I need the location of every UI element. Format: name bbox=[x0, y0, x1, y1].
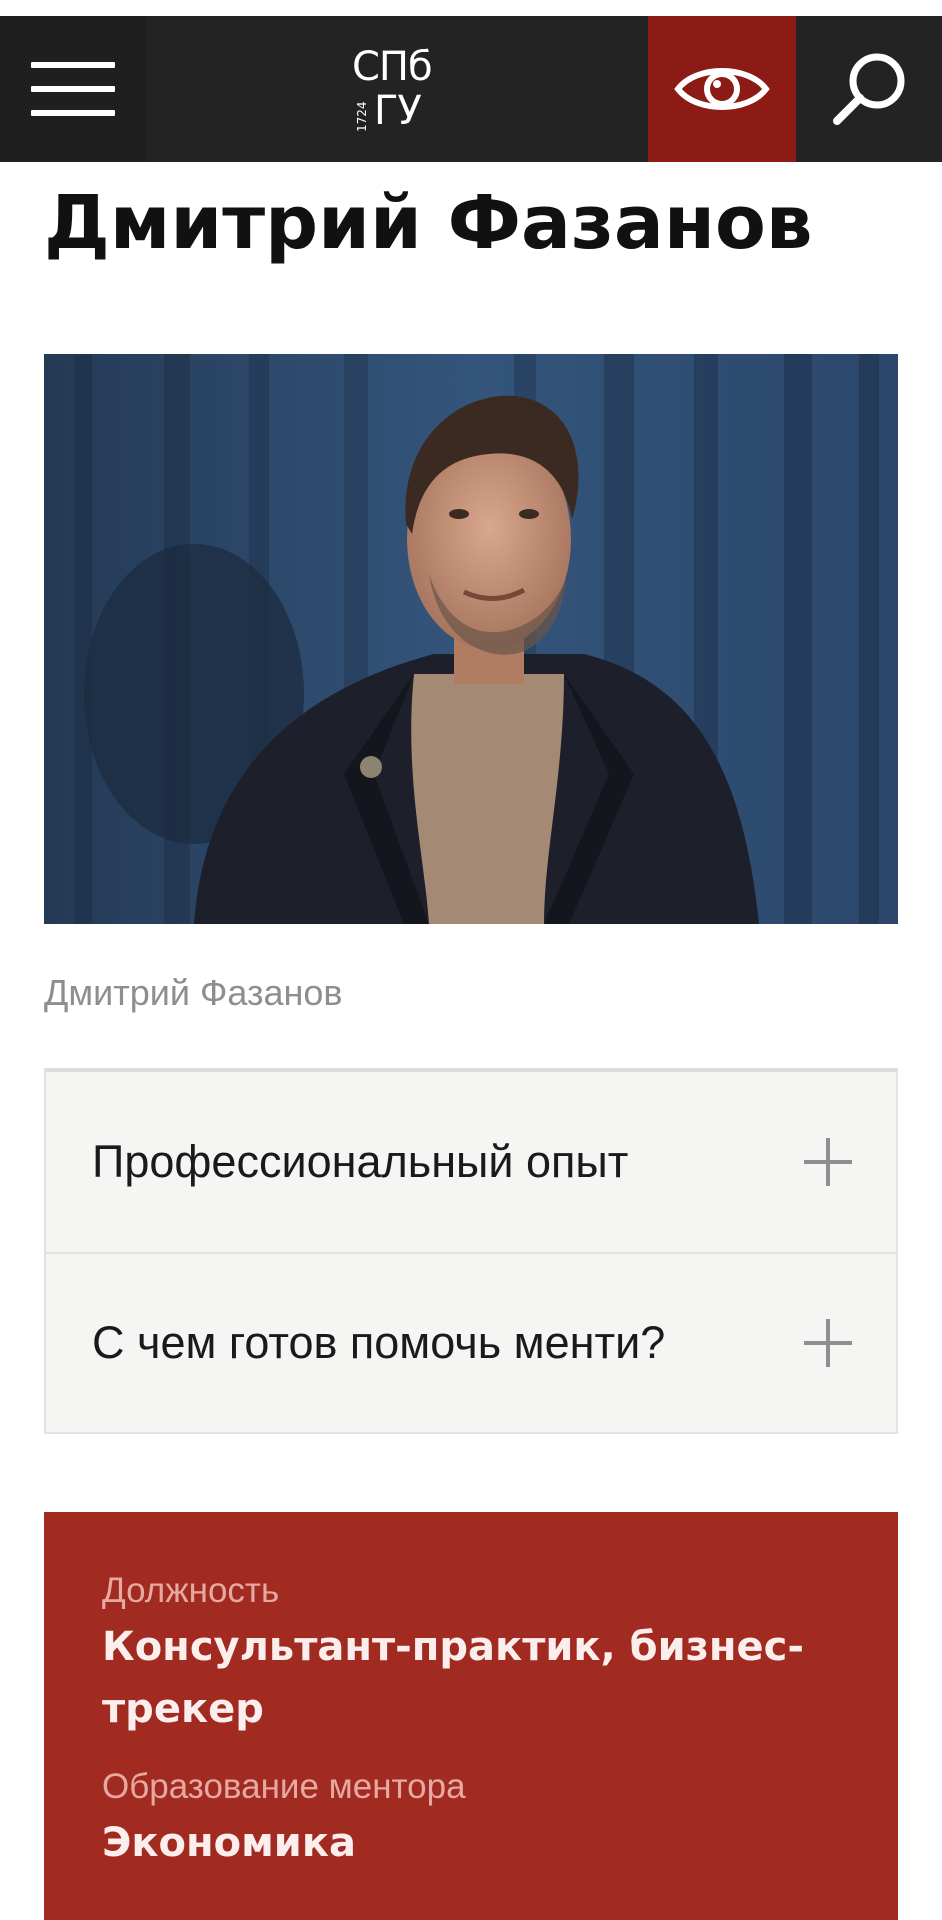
logo-year: 1724 bbox=[355, 101, 369, 132]
plus-icon[interactable] bbox=[804, 1319, 852, 1367]
mentor-photo bbox=[44, 354, 898, 924]
accordion: Профессиональный опыт С чем готов помочь… bbox=[44, 1068, 898, 1434]
photo-caption: Дмитрий Фазанов bbox=[44, 972, 343, 1013]
accessibility-button[interactable] bbox=[648, 16, 796, 162]
site-header: СПб 1724 ГУ bbox=[0, 16, 942, 162]
accordion-item-experience[interactable]: Профессиональный опыт bbox=[46, 1072, 896, 1252]
logo-area: СПб 1724 ГУ bbox=[146, 16, 648, 162]
menu-icon bbox=[31, 62, 115, 116]
logo-text-bottom: ГУ bbox=[374, 88, 422, 134]
page: СПб 1724 ГУ Дмитрий Фазанов Дмитрий Фаза… bbox=[0, 0, 942, 1920]
eye-icon bbox=[674, 68, 770, 110]
menu-button[interactable] bbox=[0, 16, 146, 162]
accordion-item-help[interactable]: С чем готов помочь менти? bbox=[46, 1252, 896, 1432]
university-logo[interactable]: СПб 1724 ГУ bbox=[352, 44, 442, 134]
position-label: Должность bbox=[102, 1571, 280, 1610]
plus-icon[interactable] bbox=[804, 1138, 852, 1186]
accordion-item-label: Профессиональный опыт bbox=[92, 1136, 629, 1187]
logo-text-top: СПб bbox=[352, 44, 433, 90]
position-value: Консультант-практик, бизнес-трекер bbox=[102, 1624, 804, 1732]
page-title: Дмитрий Фазанов bbox=[44, 180, 813, 266]
mentor-info-card: Должность Консультант-практик, бизнес-тр… bbox=[44, 1512, 898, 1920]
education-label: Образование ментора bbox=[102, 1767, 466, 1806]
status-strip bbox=[0, 0, 942, 16]
search-button[interactable] bbox=[796, 16, 942, 162]
search-icon bbox=[833, 53, 905, 125]
education-value: Экономика bbox=[102, 1820, 356, 1866]
accordion-item-label: С чем готов помочь менти? bbox=[92, 1317, 666, 1368]
